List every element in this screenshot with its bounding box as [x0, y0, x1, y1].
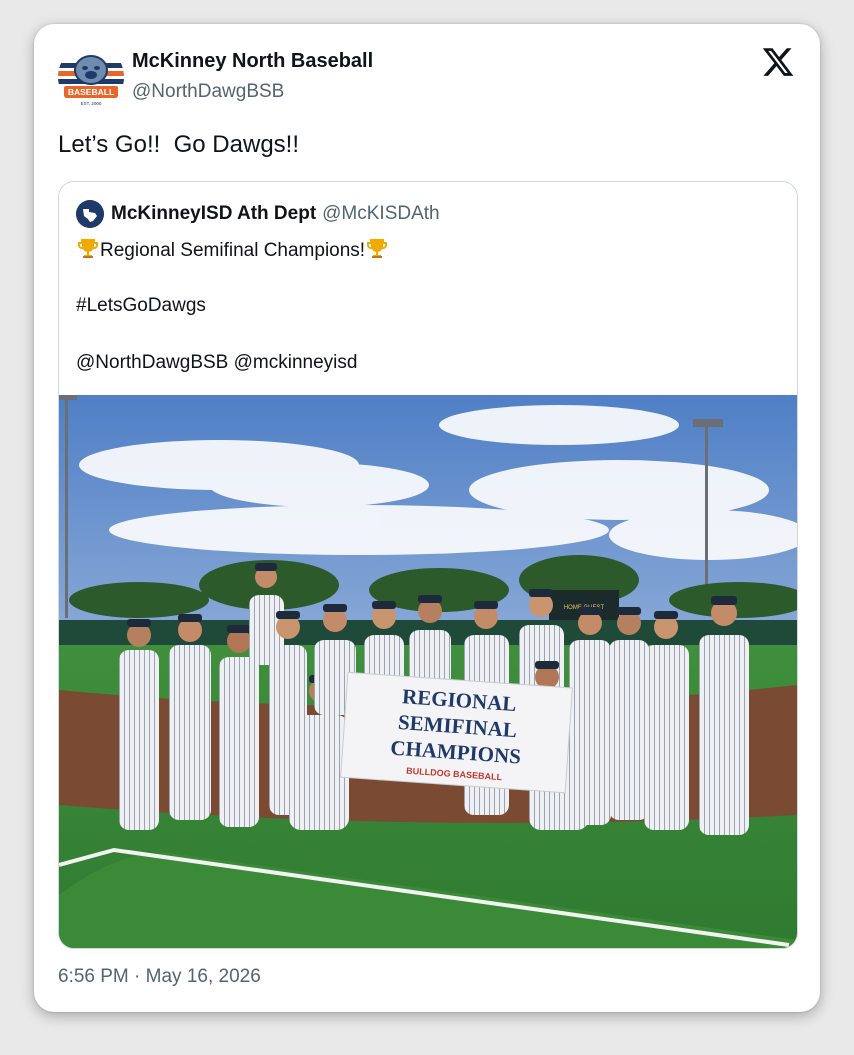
author-handle[interactable]: @NorthDawgBSB: [132, 81, 284, 103]
avatar-est-text: EST. 2000: [81, 101, 102, 106]
quoted-tweet[interactable]: McKinneyISD Ath Dept @McKISDAth Regional …: [58, 181, 798, 949]
avatar-badge-text: BASEBALL: [68, 87, 114, 97]
quote-hashtag[interactable]: #LetsGoDawgs: [76, 295, 206, 317]
author-display-name[interactable]: McKinney North Baseball: [132, 50, 373, 73]
trophy-icon: [367, 239, 388, 258]
trophy-icon: [78, 239, 98, 258]
quote-author[interactable]: McKinneyISD Ath Dept @McKISDAth: [111, 203, 440, 225]
x-logo-icon[interactable]: [761, 45, 795, 79]
tweet-card: BASEBALL EST. 2000 McKinney North Baseba…: [34, 24, 820, 1012]
profile-avatar[interactable]: BASEBALL EST. 2000: [58, 44, 124, 110]
quote-display-name[interactable]: McKinneyISD Ath Dept: [111, 203, 316, 224]
quote-text-1: Regional Semifinal Champions!: [100, 240, 366, 261]
tweet-text: Let’s Go!! Go Dawgs!!: [58, 131, 299, 158]
texas-logo-icon: [76, 200, 104, 228]
quote-mentions[interactable]: @NorthDawgBSB @mckinneyisd: [76, 352, 357, 374]
bulldog-logo-icon: BASEBALL EST. 2000: [58, 44, 124, 110]
quote-avatar[interactable]: [76, 200, 104, 228]
team-photo[interactable]: HOME GUEST: [59, 395, 797, 948]
quote-line-1: Regional Semifinal Champions!: [76, 236, 389, 262]
champions-banner: REGIONAL SEMIFINAL CHAMPIONS BULLDOG BAS…: [340, 671, 573, 794]
quote-handle[interactable]: @McKISDAth: [322, 203, 439, 224]
post-timestamp[interactable]: 6:56 PM · May 16, 2026: [58, 966, 261, 988]
